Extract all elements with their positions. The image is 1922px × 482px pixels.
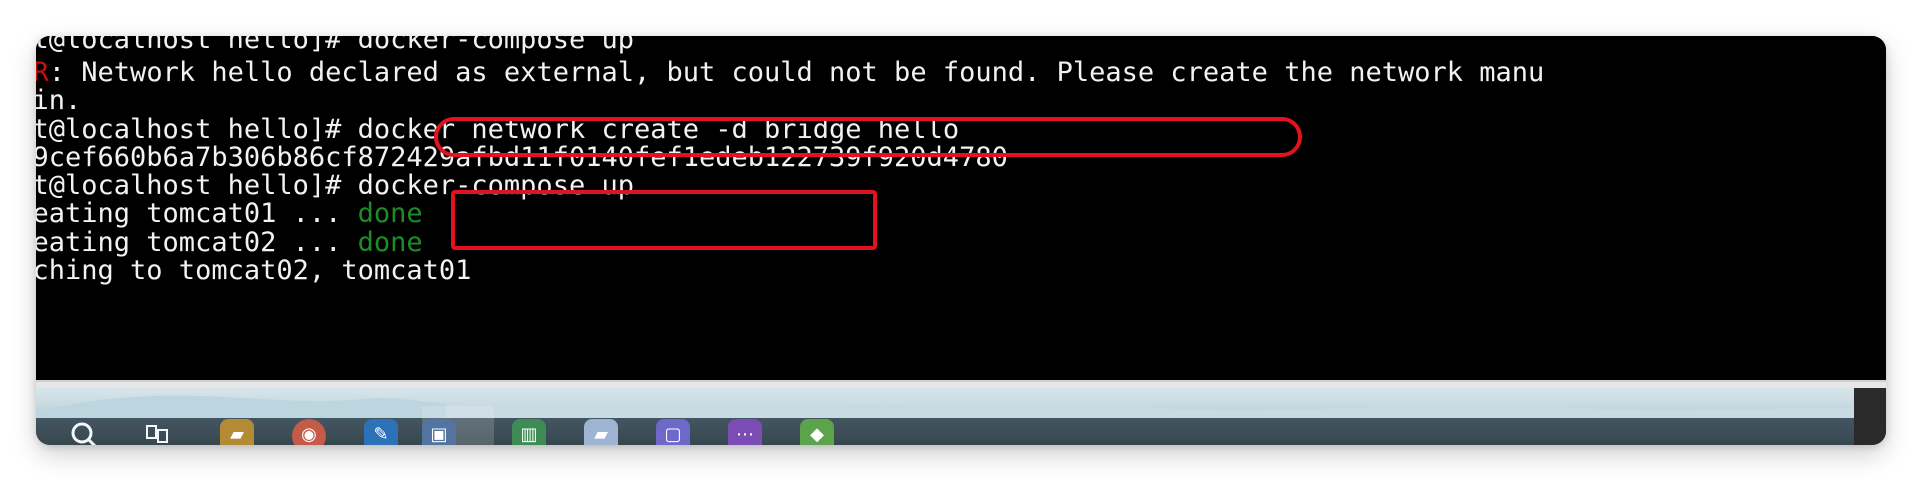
- terminal-command: docker-compose up: [357, 36, 634, 55]
- folder-icon[interactable]: ▰: [584, 419, 618, 445]
- terminal-text: taching to tomcat02, tomcat01: [36, 255, 472, 286]
- taskbar: ▰ ◉ ✎ ▣ ▥ ▰ ▢ ⋯ ◆: [36, 388, 1886, 445]
- dots-icon[interactable]: ⋯: [728, 419, 762, 445]
- browser-icon[interactable]: ◉: [292, 419, 326, 445]
- taskview-icon[interactable]: [140, 419, 174, 445]
- edit-icon[interactable]: ✎: [364, 419, 398, 445]
- search-icon[interactable]: [68, 419, 102, 445]
- chart-icon[interactable]: ▥: [512, 419, 546, 445]
- terminal-output[interactable]: pot@localhost hello]# docker-compose up …: [36, 36, 1886, 380]
- game-icon[interactable]: ◆: [800, 419, 834, 445]
- terminal-text: gain.: [36, 85, 82, 116]
- terminal-line-error: ROR: Network hello declared as external,…: [36, 56, 1544, 90]
- terminal-icon[interactable]: ▣: [422, 419, 456, 445]
- error-message: : Network hello declared as external, bu…: [48, 57, 1545, 88]
- terminal-prompt: pot@localhost hello]#: [36, 36, 342, 55]
- taskbar-corner: [1854, 388, 1886, 445]
- done-status: done: [357, 198, 423, 229]
- taskbar-wallpaper-strip: [36, 395, 1886, 418]
- folder-icon[interactable]: ▰: [220, 419, 254, 445]
- terminal-window: pot@localhost hello]# docker-compose up …: [36, 36, 1886, 445]
- window-icon[interactable]: ▢: [656, 419, 690, 445]
- terminal-line: pot@localhost hello]# docker-compose up: [36, 36, 634, 57]
- container-create-text: creating tomcat01 ...: [36, 198, 342, 229]
- terminal-line: taching to tomcat02, tomcat01: [36, 254, 471, 288]
